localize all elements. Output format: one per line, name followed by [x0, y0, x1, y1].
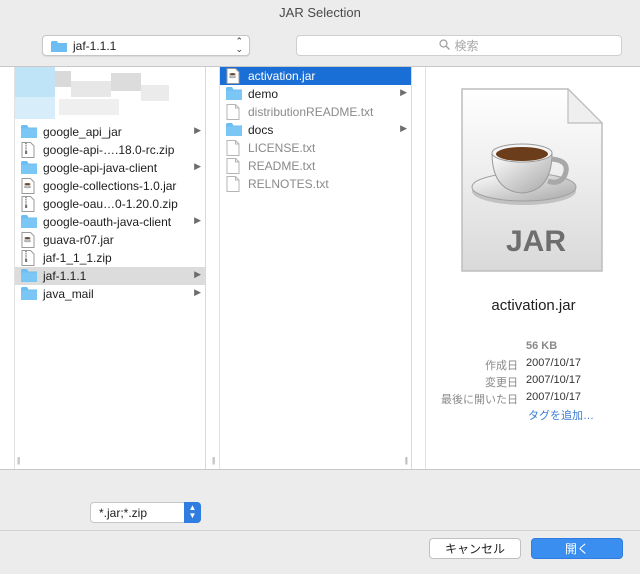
file-row[interactable]: jaf-1.1.1 ▶	[15, 267, 205, 285]
open-button[interactable]: 開く	[531, 538, 623, 559]
up-down-arrows-icon: ▲ ▼	[184, 502, 201, 523]
column-browser: google_api_jar ▶ google-api-….18.0-rc.zip g…	[0, 66, 640, 470]
file-list: google_api_jar ▶ google-api-….18.0-rc.zip g…	[15, 123, 205, 303]
zip-file-icon	[21, 250, 37, 266]
folder-icon	[226, 122, 242, 138]
chevron-right-icon: ▶	[194, 287, 201, 297]
folder-icon	[21, 124, 37, 140]
file-row-label: LICENSE.txt	[248, 141, 316, 155]
file-row-label: google-api-….18.0-rc.zip	[43, 143, 175, 157]
text-file-icon	[226, 176, 242, 192]
file-dialog: JAR Selection jaf-1.1.1 ⌃ ⌄ 検索 google_api…	[0, 0, 640, 574]
up-down-arrows-icon: ⌃ ⌄	[235, 36, 243, 54]
file-row-label: google_api_jar	[43, 125, 122, 139]
meta-size-row: 56 KB	[426, 340, 640, 356]
file-row-label: jaf-1_1_1.zip	[43, 251, 112, 265]
location-popup[interactable]: jaf-1.1.1 ⌃ ⌄	[42, 35, 250, 56]
file-row[interactable]: docs ▶	[220, 121, 411, 139]
file-row-label: activation.jar	[248, 69, 316, 83]
modified-label: 変更日	[485, 377, 518, 389]
file-row[interactable]: google-api-java-client ▶	[15, 159, 205, 177]
file-row-label: jaf-1.1.1	[43, 269, 87, 283]
column-resize-handle[interactable]: ||	[212, 456, 215, 465]
chevron-right-icon: ▶	[194, 161, 201, 171]
file-row[interactable]: jaf-1_1_1.zip	[15, 249, 205, 267]
text-file-icon	[226, 158, 242, 174]
last-opened-label: 最後に開いた日	[441, 394, 518, 406]
text-file-icon	[226, 104, 242, 120]
file-row-label: distributionREADME.txt	[248, 105, 374, 119]
file-format-popup[interactable]: *.jar;*.zip ▲ ▼	[90, 502, 201, 523]
file-list: activation.jar demo ▶ distributionREADME.tx…	[220, 67, 411, 193]
file-row[interactable]: RELNOTES.txt	[220, 175, 411, 193]
folder-icon	[21, 160, 37, 176]
meta-modified-row: 変更日 2007/10/17	[426, 374, 640, 390]
created-label: 作成日	[485, 360, 518, 372]
zip-file-icon	[21, 196, 37, 212]
preview-file-name: activation.jar	[491, 297, 576, 314]
location-label: jaf-1.1.1	[73, 38, 117, 53]
file-row[interactable]: README.txt	[220, 157, 411, 175]
file-row-label: demo	[248, 87, 279, 101]
file-row[interactable]: google-oauth-java-client ▶	[15, 213, 205, 231]
preview-pane: JAR activation.jar 56 KB 作成日 2007/10/17 …	[425, 67, 640, 469]
jar-file-icon	[21, 232, 37, 248]
modified-date: 2007/10/17	[526, 374, 582, 386]
search-field[interactable]: 検索	[296, 35, 622, 56]
chevron-right-icon: ▶	[400, 123, 407, 133]
file-row[interactable]: guava-r07.jar	[15, 231, 205, 249]
file-row[interactable]: google-api-….18.0-rc.zip	[15, 141, 205, 159]
search-icon	[439, 38, 451, 53]
created-date: 2007/10/17	[526, 357, 582, 369]
folder-icon	[51, 40, 67, 52]
file-row-label: java_mail	[43, 287, 94, 301]
chevron-right-icon: ▶	[194, 269, 201, 279]
file-row[interactable]: java_mail ▶	[15, 285, 205, 303]
divider	[0, 530, 640, 531]
file-size: 56 KB	[526, 340, 558, 352]
cancel-button[interactable]: キャンセル	[429, 538, 521, 559]
file-row-label: google-oau…0-1.20.0.zip	[43, 197, 178, 211]
file-row[interactable]: google-collections-1.0.jar	[15, 177, 205, 195]
column-resize-handle[interactable]: ||	[17, 456, 20, 465]
text-file-icon	[226, 140, 242, 156]
window-title: JAR Selection	[279, 5, 361, 20]
last-opened-date: 2007/10/17	[526, 391, 582, 403]
add-tags-link[interactable]: タグを追加…	[528, 407, 594, 423]
chevron-right-icon: ▶	[194, 215, 201, 225]
meta-opened-row: 最後に開いた日 2007/10/17	[426, 391, 640, 407]
jar-file-icon	[21, 178, 37, 194]
folder-icon	[21, 268, 37, 284]
file-row[interactable]: google-oau…0-1.20.0.zip	[15, 195, 205, 213]
folder-icon	[226, 86, 242, 102]
file-row-label: docs	[248, 123, 274, 137]
chevron-right-icon: ▶	[194, 125, 201, 135]
chevron-right-icon: ▶	[400, 87, 407, 97]
folder-icon	[21, 214, 37, 230]
file-format-value: *.jar;*.zip	[99, 505, 148, 520]
meta-created-row: 作成日 2007/10/17	[426, 357, 640, 373]
column-resize-handle[interactable]: ||	[405, 456, 408, 465]
file-row-label: README.txt	[248, 159, 316, 173]
search-placeholder: 検索	[454, 39, 479, 53]
file-row-label: google-oauth-java-client	[43, 215, 172, 229]
jar-label: JAR	[506, 225, 566, 258]
jar-file-icon	[226, 68, 242, 84]
file-row[interactable]: distributionREADME.txt	[220, 103, 411, 121]
file-row[interactable]: demo ▶	[220, 85, 411, 103]
file-row-label: google-collections-1.0.jar	[43, 179, 177, 193]
browser-column-2[interactable]: activation.jar demo ▶ distributionREADME.tx…	[212, 67, 412, 469]
file-row[interactable]: LICENSE.txt	[220, 139, 411, 157]
file-row-label: RELNOTES.txt	[248, 177, 329, 191]
browser-column-1[interactable]: google_api_jar ▶ google-api-….18.0-rc.zip g…	[14, 67, 206, 469]
file-row[interactable]: activation.jar	[220, 67, 411, 85]
folder-icon	[21, 286, 37, 302]
jar-icon-text: JAR	[506, 225, 566, 258]
file-row[interactable]: google_api_jar ▶	[15, 123, 205, 141]
blurred-region	[15, 67, 206, 121]
zip-file-icon	[21, 142, 37, 158]
file-row-label: google-api-java-client	[43, 161, 158, 175]
file-row-label: guava-r07.jar	[43, 233, 114, 247]
